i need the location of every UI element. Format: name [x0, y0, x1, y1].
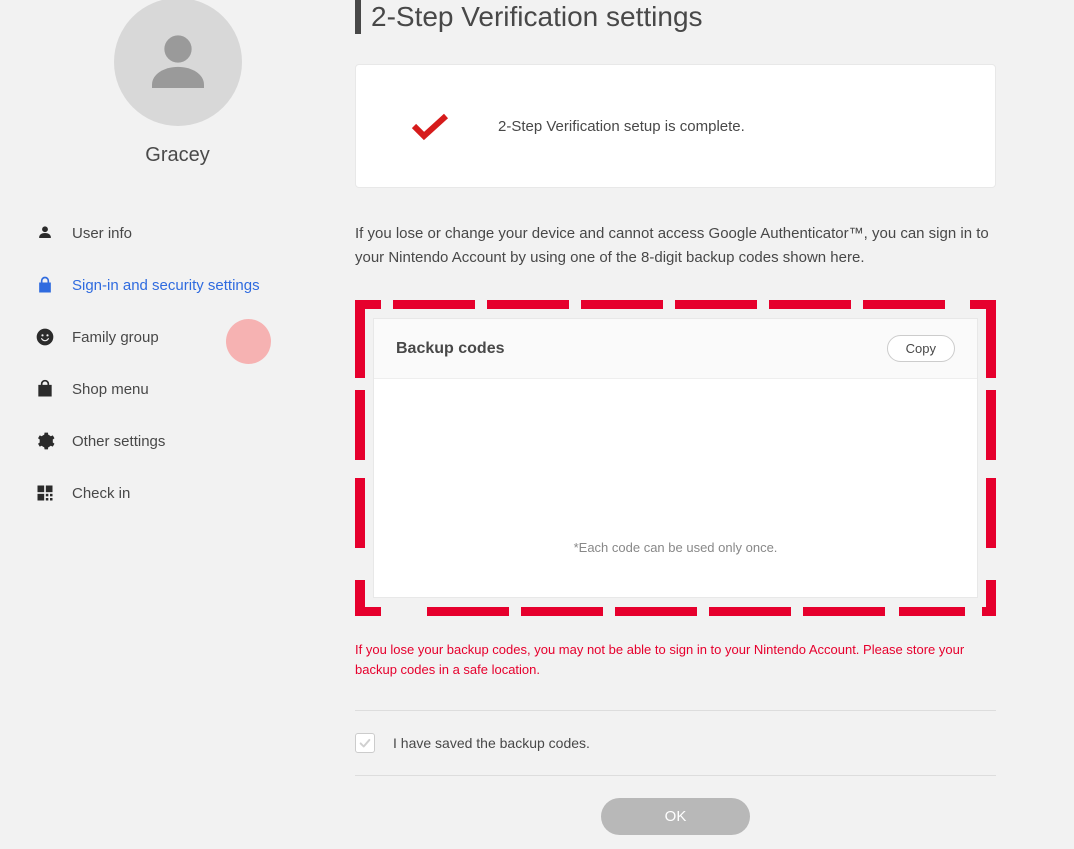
backup-codes-body: *Each code can be used only once. — [374, 379, 977, 579]
border-dash — [769, 300, 851, 309]
border-dash — [986, 300, 996, 378]
border-dash — [986, 390, 996, 460]
title-accent-bar — [355, 0, 361, 34]
sidebar-item-label: Family group — [72, 329, 159, 346]
qr-icon — [34, 482, 56, 504]
status-text: 2-Step Verification setup is complete. — [498, 118, 745, 135]
border-dash — [899, 607, 965, 616]
person-icon — [139, 23, 217, 101]
sidebar-item-label: Check in — [72, 485, 130, 502]
sidebar-item-security[interactable]: Sign-in and security settings — [30, 259, 325, 311]
border-dash — [355, 390, 365, 460]
check-icon — [358, 736, 372, 750]
copy-button[interactable]: Copy — [887, 335, 955, 362]
border-dash — [355, 478, 365, 548]
saved-codes-checkbox[interactable] — [355, 733, 375, 753]
border-dash — [521, 607, 603, 616]
border-dash — [986, 478, 996, 548]
border-dash — [487, 300, 569, 309]
gear-icon — [34, 430, 56, 452]
info-text: If you lose or change your device and ca… — [355, 222, 996, 270]
sidebar: Gracey User info Sign-in and security se… — [0, 0, 355, 835]
bag-icon — [34, 378, 56, 400]
page-title-wrap: 2-Step Verification settings — [355, 0, 996, 34]
warning-text: If you lose your backup codes, you may n… — [355, 640, 996, 680]
border-dash — [393, 300, 475, 309]
backup-codes-note: *Each code can be used only once. — [574, 540, 778, 555]
sidebar-nav: User info Sign-in and security settings … — [30, 207, 325, 519]
checkmark-icon — [410, 111, 450, 141]
border-dash — [615, 607, 697, 616]
border-dash — [427, 607, 509, 616]
sidebar-item-other[interactable]: Other settings — [30, 415, 325, 467]
family-icon — [34, 326, 56, 348]
border-dash — [803, 607, 885, 616]
page-title: 2-Step Verification settings — [371, 1, 703, 33]
border-dash — [355, 300, 365, 378]
backup-codes-box: Backup codes Copy *Each code can be used… — [355, 300, 996, 616]
person-icon — [34, 222, 56, 244]
border-dash — [986, 580, 996, 616]
sidebar-item-family[interactable]: Family group — [30, 311, 325, 363]
border-dash — [675, 300, 757, 309]
username: Gracey — [145, 144, 209, 167]
sidebar-item-label: Shop menu — [72, 381, 149, 398]
highlight-dot — [226, 319, 271, 364]
checkbox-row: I have saved the backup codes. — [355, 711, 996, 775]
sidebar-item-label: User info — [72, 225, 132, 242]
lock-icon — [34, 274, 56, 296]
main-content: 2-Step Verification settings 2-Step Veri… — [355, 0, 1074, 835]
sidebar-item-shop[interactable]: Shop menu — [30, 363, 325, 415]
border-dash — [709, 607, 791, 616]
border-dash — [355, 580, 365, 616]
checkbox-label: I have saved the backup codes. — [393, 735, 590, 751]
ok-button[interactable]: OK — [601, 798, 751, 835]
sidebar-item-checkin[interactable]: Check in — [30, 467, 325, 519]
backup-codes-header: Backup codes Copy — [374, 319, 977, 379]
sidebar-item-label: Sign-in and security settings — [72, 277, 260, 294]
sidebar-item-label: Other settings — [72, 433, 165, 450]
avatar[interactable] — [114, 0, 242, 126]
status-card: 2-Step Verification setup is complete. — [355, 64, 996, 188]
border-dash — [581, 300, 663, 309]
backup-codes-title: Backup codes — [396, 340, 504, 358]
border-dash — [863, 300, 945, 309]
sidebar-item-user-info[interactable]: User info — [30, 207, 325, 259]
